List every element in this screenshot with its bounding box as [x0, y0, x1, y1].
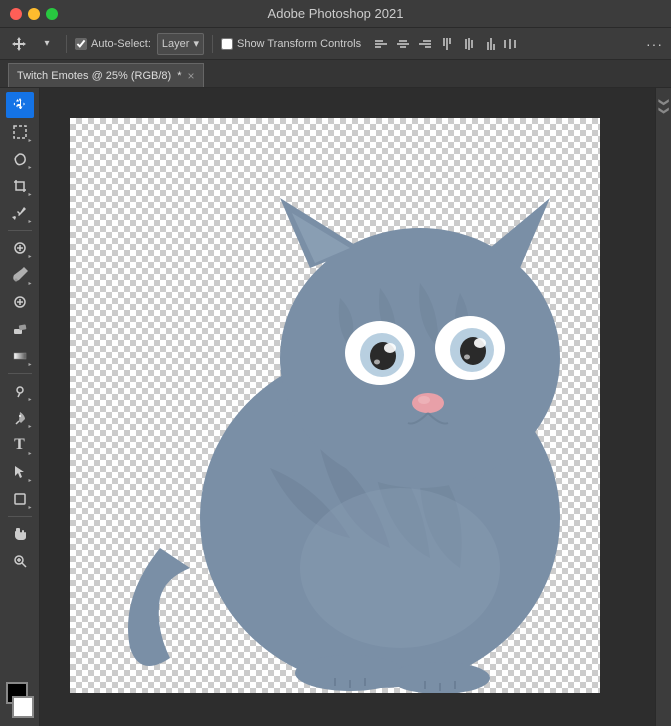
align-center-h-btn[interactable] [393, 34, 413, 54]
distribute-btn[interactable] [503, 34, 517, 54]
align-left-btn[interactable] [371, 34, 391, 54]
toolbar-sep-2 [212, 35, 213, 53]
tool-gradient[interactable]: ▸ [6, 343, 34, 369]
toolbar: ▾ Auto-Select: Layer ▾ Show Transform Co… [0, 28, 671, 60]
doc-tab-close-button[interactable]: × [188, 70, 195, 82]
close-button[interactable] [10, 8, 22, 20]
tool-eyedropper[interactable]: ▸ [6, 200, 34, 226]
toolbar-overflow-button[interactable]: ··· [646, 36, 663, 52]
dropdown-arrow-icon: ▾ [193, 37, 199, 50]
app-title: Adobe Photoshop 2021 [268, 6, 404, 21]
tool-move[interactable] [6, 92, 34, 118]
tool-type[interactable]: T ▸ [6, 432, 34, 458]
tool-separator-2 [8, 373, 32, 374]
toolbar-sep-1 [66, 35, 67, 53]
tool-separator-3 [8, 516, 32, 517]
show-transform-label[interactable]: Show Transform Controls [221, 38, 361, 50]
tool-eraser[interactable] [6, 316, 34, 342]
tool-dodge[interactable]: ▸ [6, 378, 34, 404]
canvas-document [70, 118, 600, 693]
doc-tab-bar: Twitch Emotes @ 25% (RGB/8) * × [0, 60, 671, 88]
tool-brush[interactable]: ▸ [6, 262, 34, 288]
show-transform-checkbox[interactable] [221, 38, 233, 50]
main-area: ▸ ▸ ▸ ▸ ▸ [0, 88, 671, 726]
tool-clone[interactable] [6, 289, 34, 315]
align-bottom-btn[interactable] [481, 34, 501, 54]
tool-select-rect[interactable]: ▸ [6, 119, 34, 145]
auto-select-checkbox[interactable] [75, 38, 87, 50]
toolbar-arrow-icon[interactable]: ▾ [36, 33, 58, 55]
window-controls [10, 8, 58, 20]
color-swatches [2, 682, 38, 718]
tool-crop[interactable]: ▸ [6, 173, 34, 199]
layer-dropdown[interactable]: Layer ▾ [157, 33, 204, 55]
align-right-btn[interactable] [415, 34, 435, 54]
tool-separator-1 [8, 230, 32, 231]
tool-path-select[interactable]: ▸ [6, 459, 34, 485]
move-tool-button[interactable] [8, 33, 30, 55]
maximize-button[interactable] [46, 8, 58, 20]
align-center-v-btn[interactable] [459, 34, 479, 54]
right-panel: ❯❯ [655, 88, 671, 726]
tool-hand[interactable] [6, 521, 34, 547]
background-color-swatch[interactable] [12, 696, 34, 718]
doc-tab-title: Twitch Emotes @ 25% (RGB/8) [17, 70, 171, 82]
cat-image [70, 118, 600, 693]
align-top-btn[interactable] [437, 34, 457, 54]
tool-zoom[interactable] [6, 548, 34, 574]
panel-collapse-button[interactable]: ❯❯ [657, 92, 671, 120]
align-group [371, 34, 517, 54]
auto-select-label[interactable]: Auto-Select: [75, 38, 151, 50]
left-toolbar: ▸ ▸ ▸ ▸ ▸ [0, 88, 40, 726]
title-bar: Adobe Photoshop 2021 [0, 0, 671, 28]
minimize-button[interactable] [28, 8, 40, 20]
document-tab[interactable]: Twitch Emotes @ 25% (RGB/8) * × [8, 63, 204, 87]
tool-healing[interactable]: ▸ [6, 235, 34, 261]
tool-pen[interactable]: ▸ [6, 405, 34, 431]
canvas-area[interactable] [40, 88, 655, 726]
tool-lasso[interactable]: ▸ [6, 146, 34, 172]
tool-shape[interactable]: ▸ [6, 486, 34, 512]
doc-tab-modified: * [177, 70, 181, 82]
